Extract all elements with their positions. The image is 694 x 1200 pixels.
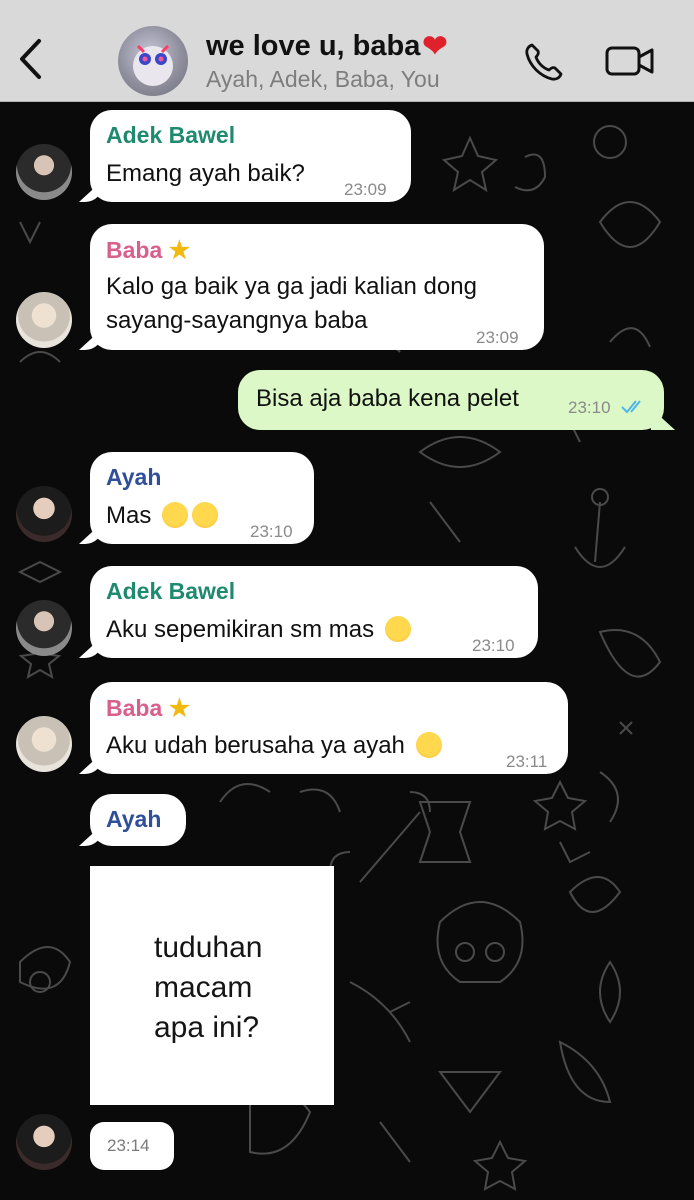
thinking-face-emoji (384, 616, 411, 642)
sticker-time-badge: 23:14 (90, 1122, 174, 1170)
tired-face-emoji (192, 502, 219, 528)
avatar-baba[interactable] (16, 292, 72, 348)
message-sender-row: Baba ★ (106, 236, 190, 265)
group-avatar[interactable] (118, 26, 188, 96)
avatar-baba[interactable] (16, 716, 72, 772)
message-text: Aku udah berusaha ya ayah (106, 732, 405, 759)
message-time: 23:10 (250, 522, 293, 541)
star-icon: ★ (168, 237, 191, 264)
avatar-adek-bawel[interactable] (16, 144, 72, 200)
message-text-row: Aku sepemikiran sm mas (106, 613, 411, 647)
group-avatar-image (133, 44, 173, 86)
smiling-face-emoji (415, 732, 442, 758)
message-sender: Baba (106, 695, 163, 721)
message-text: Kalo ga baik ya ga jadi kalian dong (106, 273, 477, 300)
chat-header: we love u, baba ❤ Ayah, Adek, Baba, You (0, 0, 694, 102)
message-text: Emang ayah baik? (106, 160, 305, 187)
message-text: Bisa aja baba kena pelet (256, 385, 519, 412)
tired-face-emoji (162, 502, 189, 528)
message-bubble[interactable]: Adek Bawel Aku sepemikiran sm mas 23:10 (90, 566, 538, 658)
chat-title: we love u, baba ❤ (206, 30, 506, 63)
star-icon: ★ (168, 695, 191, 722)
message-time: 23:14 (107, 1136, 150, 1155)
message-text: Mas (106, 502, 152, 529)
message-text: Aku sepemikiran sm mas (106, 616, 375, 643)
chat-area[interactable]: Adek Bawel Emang ayah baik? 23:09 Baba ★… (0, 102, 694, 1200)
avatar-adek-bawel[interactable] (16, 600, 72, 656)
message-text-row: Mas (106, 499, 219, 533)
message-time: 23:10 (568, 398, 611, 417)
message-bubble[interactable]: Baba ★ Kalo ga baik ya ga jadi kalian do… (90, 224, 544, 350)
sticker-text: tuduhan macam apa ini? (154, 931, 263, 1044)
message-text-row: Aku udah berusaha ya ayah (106, 729, 442, 763)
chat-title-text: we love u, baba (206, 30, 421, 62)
avatar-ayah[interactable] (16, 486, 72, 542)
chat-title-area[interactable]: we love u, baba ❤ Ayah, Adek, Baba, You (206, 30, 506, 93)
chat-members: Ayah, Adek, Baba, You (206, 66, 440, 92)
message-bubble[interactable]: Adek Bawel Emang ayah baik? 23:09 (90, 110, 411, 202)
message-sender: Ayah (106, 464, 162, 490)
message-bubble-outgoing[interactable]: Bisa aja baba kena pelet 23:10 (238, 370, 664, 430)
message-sender: Baba (106, 237, 163, 263)
message-sender: Adek Bawel (106, 578, 236, 604)
message-bubble[interactable]: Ayah Mas 23:10 (90, 452, 314, 544)
message-time: 23:09 (476, 328, 519, 347)
message-time: 23:11 (506, 752, 548, 771)
sender-name-bubble: Ayah (90, 794, 186, 846)
message-sender-row: Baba ★ (106, 694, 190, 723)
message-text: sayang-sayangnya baba (106, 307, 368, 334)
read-receipt-icon (621, 400, 641, 414)
message-sender: Adek Bawel (106, 122, 236, 148)
sticker-image[interactable]: tuduhan macam apa ini? (90, 866, 334, 1105)
message-bubble[interactable]: Baba ★ Aku udah berusaha ya ayah 23:11 (90, 682, 568, 774)
message-time: 23:09 (344, 180, 387, 199)
phone-icon[interactable] (522, 40, 566, 84)
video-camera-icon[interactable] (604, 44, 656, 78)
avatar-ayah[interactable] (16, 1114, 72, 1170)
message-sender: Ayah (106, 806, 162, 832)
red-heart-icon: ❤ (422, 29, 448, 63)
back-chevron-icon[interactable] (14, 36, 48, 82)
message-time: 23:10 (472, 636, 515, 655)
